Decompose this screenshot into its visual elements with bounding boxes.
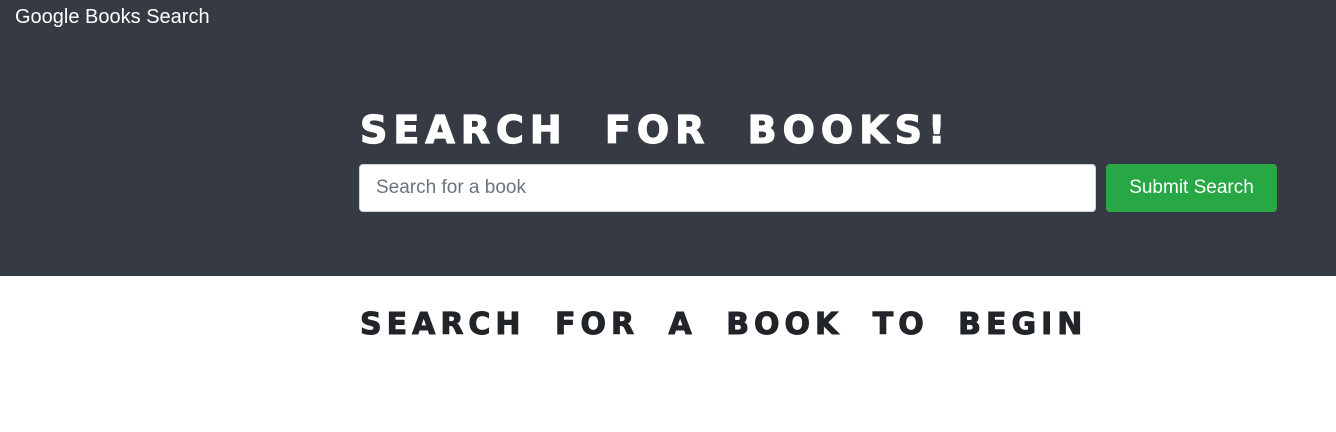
page-title: SEARCH FOR BOOKS! <box>359 107 952 152</box>
navbar-brand[interactable]: Google Books Search <box>15 5 210 29</box>
results-heading: SEARCH FOR A BOOK TO BEGIN <box>359 307 1088 343</box>
search-hero: Google Books Search SEARCH FOR BOOKS! Su… <box>0 0 1336 276</box>
submit-search-button[interactable]: Submit Search <box>1106 164 1277 212</box>
search-input[interactable] <box>359 164 1096 212</box>
